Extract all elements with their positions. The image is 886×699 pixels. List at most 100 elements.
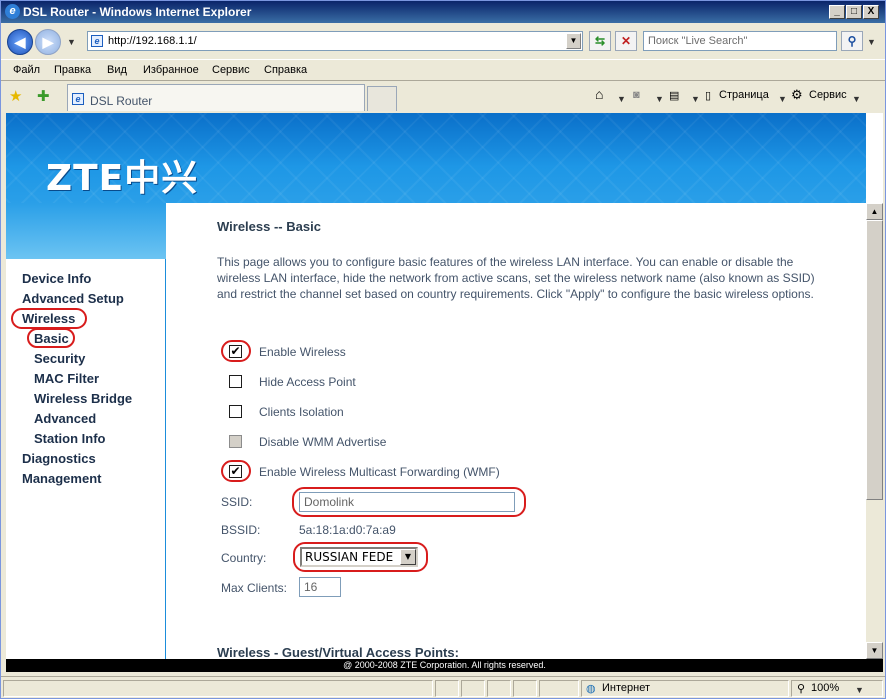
tab-page-icon: e (72, 93, 84, 105)
tab-toolbar: ★ ✚ e DSL Router ⌂ ▼ ◙ ▼ ▤ ▼ ▯ Страница … (1, 82, 885, 112)
sidebar-item-advanced-setup[interactable]: Advanced Setup (22, 291, 124, 306)
scroll-thumb[interactable] (866, 220, 883, 500)
hide-access-point-label: Hide Access Point (259, 375, 356, 389)
browser-window: e DSL Router - Windows Internet Explorer… (0, 0, 886, 699)
basic-highlight-oval (27, 328, 75, 348)
forward-button[interactable]: ▶ (35, 29, 61, 55)
history-dropdown-icon[interactable]: ▼ (67, 37, 76, 47)
vertical-scrollbar[interactable]: ▲ ▼ (866, 203, 883, 659)
country-label: Country: (221, 551, 267, 565)
sidebar-item-management[interactable]: Management (22, 471, 101, 486)
ssid-label: SSID: (221, 495, 253, 509)
print-dropdown-icon[interactable]: ▼ (691, 94, 700, 104)
sidebar-nav: Device Info Advanced Setup Wireless Basi… (6, 259, 166, 659)
enable-wmf-checkbox[interactable]: ✔ (229, 465, 242, 478)
ssid-input[interactable]: Domolink (299, 492, 515, 512)
address-toolbar: ◀ ▶ ▼ e http://192.168.1.1/ ▼ ⇆ ✕ Поиск … (1, 23, 885, 59)
minimize-button[interactable]: _ (829, 5, 845, 19)
page-menu-icon: ▯ (705, 90, 712, 102)
status-bar: ◍ Интернет ⚲ 100% ▼ (1, 676, 885, 698)
status-cell-1 (435, 680, 459, 697)
guest-ap-section-title: Wireless - Guest/Virtual Access Points: (217, 645, 459, 659)
page-footer: @ 2000-2008 ZTE Corporation. All rights … (6, 659, 883, 672)
back-button[interactable]: ◀ (7, 29, 33, 55)
zoom-level[interactable]: 100% (811, 682, 839, 694)
add-favorite-icon[interactable]: ✚ (37, 87, 50, 105)
stop-icon[interactable]: ✕ (615, 31, 637, 51)
country-select[interactable]: RUSSIAN FEDE ▼ (300, 547, 418, 567)
scroll-up-icon[interactable]: ▲ (866, 203, 883, 220)
bssid-label: BSSID: (221, 523, 261, 537)
feeds-icon[interactable]: ◙ (633, 89, 640, 101)
menu-file[interactable]: Файл (13, 64, 40, 76)
title-bar: e DSL Router - Windows Internet Explorer… (1, 1, 885, 23)
menu-favorites[interactable]: Избранное (143, 64, 199, 76)
search-icon[interactable]: ⚲ (841, 31, 863, 51)
zoom-dropdown-icon[interactable]: ▼ (855, 685, 864, 695)
zte-logo: ZTE中兴 (46, 158, 199, 199)
menu-help[interactable]: Справка (264, 64, 307, 76)
status-text-cell (3, 680, 433, 697)
print-icon[interactable]: ▤ (669, 89, 679, 102)
menu-edit[interactable]: Правка (54, 64, 91, 76)
chevron-down-icon[interactable]: ▼ (400, 549, 416, 565)
disable-wmm-label: Disable WMM Advertise (259, 435, 387, 449)
page-title: Wireless -- Basic (217, 219, 321, 234)
clients-isolation-checkbox[interactable] (229, 405, 242, 418)
main-content: Wireless -- Basic This page allows you t… (166, 203, 866, 659)
clients-isolation-label: Clients Isolation (259, 405, 344, 419)
menu-view[interactable]: Вид (107, 64, 127, 76)
hide-access-point-checkbox[interactable] (229, 375, 242, 388)
page-icon: e (91, 35, 103, 47)
max-clients-label: Max Clients: (221, 581, 288, 595)
sidebar-item-diagnostics[interactable]: Diagnostics (22, 451, 96, 466)
page-menu[interactable]: Страница (719, 89, 769, 101)
header-banner: ZTE中兴 (6, 113, 866, 263)
country-selected-value: RUSSIAN FEDE (305, 550, 394, 564)
status-cell-5 (539, 680, 579, 697)
sidebar-item-station-info[interactable]: Station Info (34, 431, 106, 446)
max-clients-input[interactable]: 16 (299, 577, 341, 597)
close-button[interactable]: X (863, 5, 879, 19)
home-dropdown-icon[interactable]: ▼ (617, 94, 626, 104)
page-dropdown-icon[interactable]: ▼ (778, 94, 787, 104)
feeds-dropdown-icon[interactable]: ▼ (655, 94, 664, 104)
page-viewport: ZTE中兴 Device Info Advanced Setup Wireles… (6, 113, 866, 659)
zoom-icon: ⚲ (797, 683, 806, 695)
page-description: This page allows you to configure basic … (217, 255, 815, 301)
enable-wireless-label: Enable Wireless (259, 345, 346, 359)
maximize-button[interactable]: □ (846, 5, 862, 19)
sidebar-item-device-info[interactable]: Device Info (22, 271, 91, 286)
globe-icon: ◍ (586, 683, 596, 695)
sidebar-item-advanced[interactable]: Advanced (34, 411, 96, 426)
search-input[interactable]: Поиск "Live Search" (643, 31, 837, 51)
tab-dsl-router[interactable]: e DSL Router (67, 84, 365, 111)
banner-lower (6, 203, 166, 259)
scroll-down-icon[interactable]: ▼ (866, 642, 883, 659)
status-cell-3 (487, 680, 511, 697)
new-tab-button[interactable] (367, 86, 397, 111)
tools-dropdown-icon[interactable]: ▼ (852, 94, 861, 104)
search-dropdown-icon[interactable]: ▼ (867, 37, 876, 47)
address-bar[interactable]: e http://192.168.1.1/ ▼ (87, 31, 583, 51)
menu-tools[interactable]: Сервис (212, 64, 250, 76)
sidebar-item-mac-filter[interactable]: MAC Filter (34, 371, 99, 386)
status-cell-2 (461, 680, 485, 697)
disable-wmm-checkbox (229, 435, 242, 448)
window-title: DSL Router - Windows Internet Explorer (23, 5, 252, 19)
gear-icon: ⚙ (791, 87, 803, 102)
address-dropdown-icon[interactable]: ▼ (566, 33, 581, 49)
enable-wireless-checkbox[interactable]: ✔ (229, 345, 242, 358)
ie-icon: e (5, 4, 20, 19)
wireless-highlight-oval (11, 308, 87, 329)
zone-label: Интернет (602, 682, 650, 694)
address-url: http://192.168.1.1/ (108, 35, 197, 47)
tab-label: DSL Router (90, 94, 153, 108)
home-icon[interactable]: ⌂ (595, 86, 603, 102)
refresh-icon[interactable]: ⇆ (589, 31, 611, 51)
tools-menu[interactable]: Сервис (809, 89, 847, 101)
favorites-star-icon[interactable]: ★ (9, 87, 22, 105)
sidebar-item-wireless-bridge[interactable]: Wireless Bridge (34, 391, 132, 406)
scrollbar-top-area (866, 113, 883, 203)
sidebar-item-security[interactable]: Security (34, 351, 85, 366)
